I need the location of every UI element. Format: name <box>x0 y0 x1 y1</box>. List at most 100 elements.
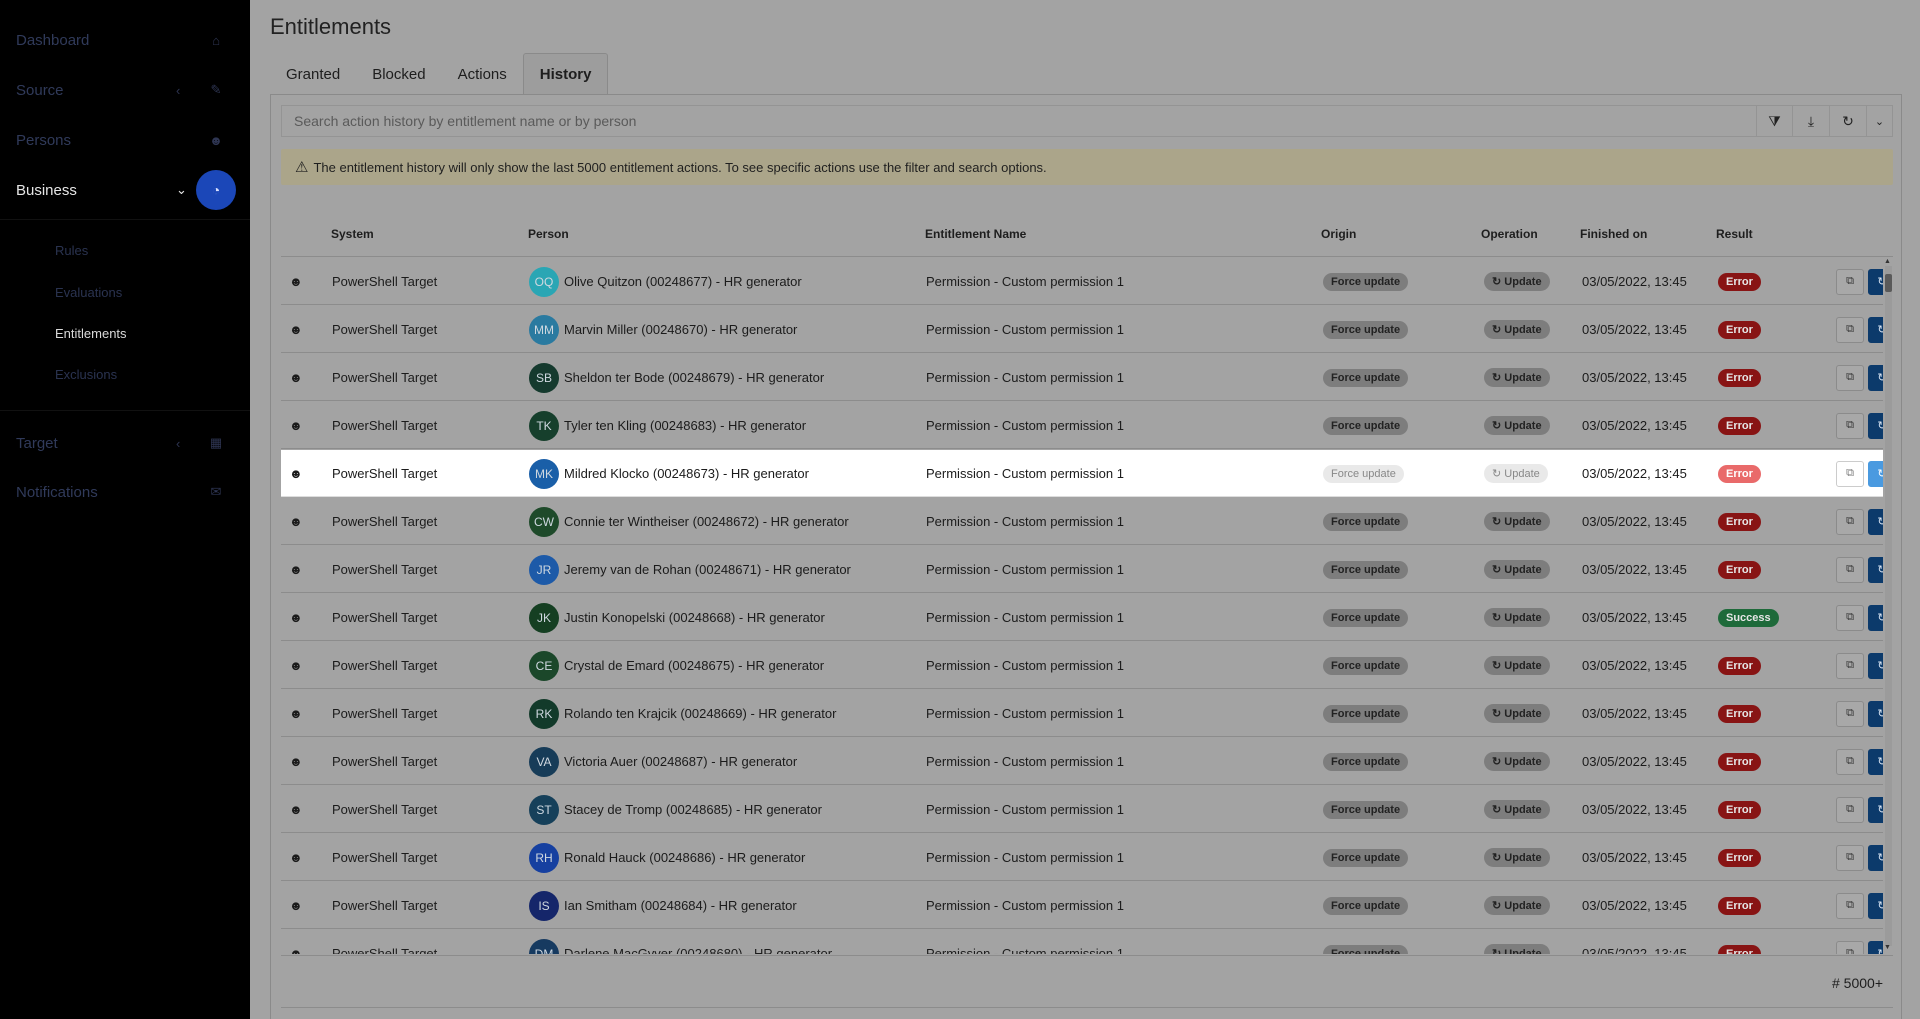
open-details-button[interactable]: ⧉ <box>1836 604 1864 631</box>
table-scrollbar[interactable]: ▲ ▼ <box>1883 258 1893 954</box>
tab-actions[interactable]: Actions <box>442 53 523 95</box>
table-header: System Person Entitlement Name Origin Op… <box>281 211 1893 257</box>
sidebar-subitem-entitlements[interactable]: Entitlements <box>55 326 127 341</box>
person-cell[interactable]: TK Tyler ten Kling (00248683) - HR genera… <box>529 402 806 449</box>
download-button[interactable]: ⤓ <box>1793 105 1830 137</box>
origin-badge: Force update <box>1323 944 1409 954</box>
users-icon: ☻ <box>289 610 303 625</box>
table-row[interactable]: ☻ PowerShell Target MK Mildred Klocko (0024… <box>281 450 1883 497</box>
table-row[interactable]: ☻ PowerShell Target RK Rolando ten Krajcik … <box>281 690 1883 737</box>
retry-button[interactable]: ↻ <box>1868 508 1883 535</box>
table-row[interactable]: ☻ PowerShell Target JK Justin Konopelski (0… <box>281 594 1883 641</box>
open-details-button[interactable]: ⧉ <box>1836 700 1864 727</box>
open-details-button[interactable]: ⧉ <box>1836 364 1864 391</box>
open-details-button[interactable]: ⧉ <box>1836 412 1864 439</box>
retry-button[interactable]: ↻ <box>1868 364 1883 391</box>
table-row[interactable]: ☻ PowerShell Target RH Ronald Hauck (002486… <box>281 834 1883 881</box>
search-input[interactable] <box>281 105 1756 137</box>
scrollbar-thumb[interactable] <box>1885 274 1892 292</box>
open-details-button[interactable]: ⧉ <box>1836 652 1864 679</box>
sidebar-subitem-exclusions[interactable]: Exclusions <box>55 367 117 382</box>
column-header-entitlement[interactable]: Entitlement Name <box>925 211 1026 257</box>
person-cell[interactable]: VA Victoria Auer (00248687) - HR generato… <box>529 738 797 785</box>
open-details-button[interactable]: ⧉ <box>1836 268 1864 295</box>
sidebar-item-source[interactable]: Source ‹ ✎ <box>0 68 250 112</box>
table-row[interactable]: ☻ PowerShell Target SB Sheldon ter Bode (00… <box>281 354 1883 401</box>
person-cell[interactable]: CE Crystal de Emard (00248675) - HR gener… <box>529 642 824 689</box>
column-header-operation[interactable]: Operation <box>1481 211 1538 257</box>
sidebar-item-persons[interactable]: Persons ☻ <box>0 118 250 162</box>
person-cell[interactable]: SB Sheldon ter Bode (00248679) - HR gener… <box>529 354 824 401</box>
filter-button[interactable]: ⧩ <box>1756 105 1793 137</box>
open-details-button[interactable]: ⧉ <box>1836 556 1864 583</box>
open-details-button[interactable]: ⧉ <box>1836 748 1864 775</box>
sidebar-item-dashboard[interactable]: Dashboard ⌂ <box>0 18 250 62</box>
retry-button[interactable]: ↻ <box>1868 316 1883 343</box>
column-header-system[interactable]: System <box>331 211 374 257</box>
table-row[interactable]: ☻ PowerShell Target CE Crystal de Emard (00… <box>281 642 1883 689</box>
open-details-button[interactable]: ⧉ <box>1836 844 1864 871</box>
retry-button[interactable]: ↻ <box>1868 652 1883 679</box>
sidebar-subitem-rules[interactable]: Rules <box>55 243 88 258</box>
open-details-button[interactable]: ⧉ <box>1836 460 1864 487</box>
sidebar-item-business[interactable]: Business ⌄ ◔ <box>0 168 250 212</box>
table-row[interactable]: ☻ PowerShell Target TK Tyler ten Kling (002… <box>281 402 1883 449</box>
scroll-down-icon: ▼ <box>1884 944 1891 951</box>
person-cell[interactable]: MK Mildred Klocko (00248673) - HR generat… <box>529 450 809 497</box>
retry-button[interactable]: ↻ <box>1868 268 1883 295</box>
person-cell[interactable]: JK Justin Konopelski (00248668) - HR gene… <box>529 594 825 641</box>
retry-button[interactable]: ↻ <box>1868 460 1883 487</box>
open-details-button[interactable]: ⧉ <box>1836 892 1864 919</box>
tab-granted[interactable]: Granted <box>270 53 356 95</box>
retry-button[interactable]: ↻ <box>1868 700 1883 727</box>
status-badge: Error <box>1718 896 1761 915</box>
table-row[interactable]: ☻ PowerShell Target MM Marvin Miller (00248… <box>281 306 1883 353</box>
sidebar-item-target[interactable]: Target ‹ ▦ <box>0 421 250 465</box>
person-cell[interactable]: DM Darlene MacGyver (00248680) - HR gener… <box>529 930 832 954</box>
sidebar-subitem-evaluations[interactable]: Evaluations <box>55 285 122 300</box>
expand-button[interactable]: ⌄ <box>1867 105 1893 137</box>
retry-button[interactable]: ↻ <box>1868 940 1883 954</box>
person-cell[interactable]: IS Ian Smitham (00248684) - HR generator <box>529 882 797 929</box>
table-row[interactable]: ☻ PowerShell Target VA Victoria Auer (00248… <box>281 738 1883 785</box>
retry-button[interactable]: ↻ <box>1868 556 1883 583</box>
retry-button[interactable]: ↻ <box>1868 796 1883 823</box>
open-details-button[interactable]: ⧉ <box>1836 796 1864 823</box>
table-row[interactable]: ☻ PowerShell Target OQ Olive Quitzon (00248… <box>281 258 1883 305</box>
retry-button[interactable]: ↻ <box>1868 604 1883 631</box>
retry-button[interactable]: ↻ <box>1868 412 1883 439</box>
sidebar-item-label: Target <box>16 434 58 452</box>
retry-button[interactable]: ↻ <box>1868 748 1883 775</box>
open-details-button[interactable]: ⧉ <box>1836 316 1864 343</box>
person-cell[interactable]: RK Rolando ten Krajcik (00248669) - HR ge… <box>529 690 836 737</box>
person-cell[interactable]: ST Stacey de Tromp (00248685) - HR genera… <box>529 786 822 833</box>
person-cell[interactable]: CW Connie ter Wintheiser (00248672) - HR … <box>529 498 849 545</box>
operation-badge: ↻ Update <box>1484 368 1550 387</box>
sidebar-item-notifications[interactable]: Notifications ✉ <box>0 470 250 514</box>
retry-button[interactable]: ↻ <box>1868 892 1883 919</box>
person-cell[interactable]: JR Jeremy van de Rohan (00248671) - HR ge… <box>529 546 851 593</box>
column-header-origin[interactable]: Origin <box>1321 211 1356 257</box>
table-row[interactable]: ☻ PowerShell Target CW Connie ter Wintheise… <box>281 498 1883 545</box>
person-cell[interactable]: RH Ronald Hauck (00248686) - HR generator <box>529 834 805 881</box>
open-details-button[interactable]: ⧉ <box>1836 940 1864 954</box>
table-row[interactable]: ☻ PowerShell Target IS Ian Smitham (0024868… <box>281 882 1883 929</box>
retry-button[interactable]: ↻ <box>1868 844 1883 871</box>
column-header-person[interactable]: Person <box>528 211 569 257</box>
column-header-finished[interactable]: Finished on <box>1580 211 1647 257</box>
operation-badge: ↻ Update <box>1484 800 1550 819</box>
finished-cell: 03/05/2022, 13:45 <box>1582 850 1687 865</box>
avatar: ST <box>529 794 559 825</box>
tab-blocked[interactable]: Blocked <box>356 53 441 95</box>
refresh-icon: ↻ <box>1842 112 1854 129</box>
table-row[interactable]: ☻ PowerShell Target ST Stacey de Tromp (002… <box>281 786 1883 833</box>
tab-history[interactable]: History <box>522 53 609 95</box>
person-cell[interactable]: OQ Olive Quitzon (00248677) - HR generato… <box>529 258 802 305</box>
table-row[interactable]: ☻ PowerShell Target JR Jeremy van de Rohan … <box>281 546 1883 593</box>
person-cell[interactable]: MM Marvin Miller (00248670) - HR generato… <box>529 306 797 353</box>
open-details-button[interactable]: ⧉ <box>1836 508 1864 535</box>
operation-cell: ↻ Update <box>1484 306 1550 353</box>
refresh-button[interactable]: ↻ <box>1830 105 1867 137</box>
column-header-result[interactable]: Result <box>1716 211 1753 257</box>
table-row[interactable]: ☻ PowerShell Target DM Darlene MacGyver (00… <box>281 930 1883 954</box>
